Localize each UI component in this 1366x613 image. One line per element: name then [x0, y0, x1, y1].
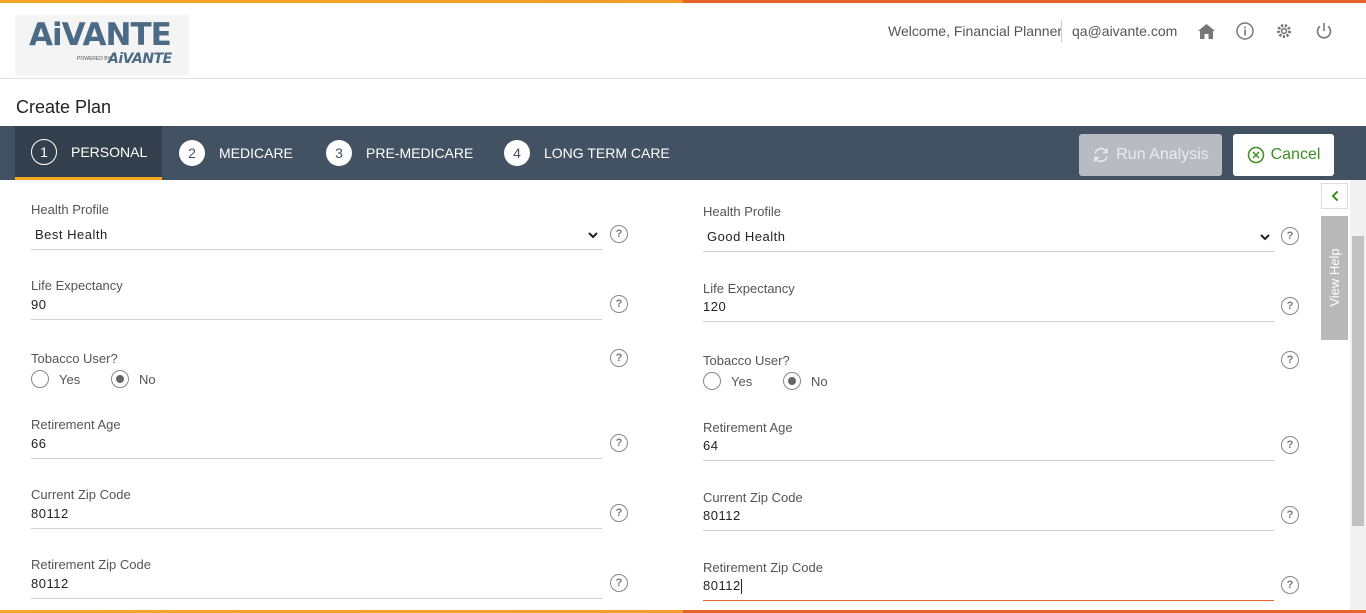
right-life-expectancy-input[interactable]: 120	[703, 299, 726, 314]
right-current-zip-label: Current Zip Code	[703, 490, 803, 505]
left-tobacco-yes-label: Yes	[59, 372, 81, 387]
right-health-profile-label: Health Profile	[703, 204, 782, 219]
run-analysis-label: Run Analysis	[1116, 146, 1209, 163]
tab-pre-medicare[interactable]: 3 PRE-MEDICARE	[326, 126, 473, 180]
help-question-icon[interactable]: ?	[1281, 297, 1299, 315]
right-life-expectancy-label: Life Expectancy	[703, 281, 795, 296]
right-tobacco-no-label: No	[811, 374, 828, 389]
left-tobacco-no-radio[interactable]	[111, 370, 129, 388]
cancel-label: Cancel	[1270, 146, 1321, 163]
logo-powered-by: POWERED BY	[77, 56, 111, 62]
right-tobacco-label: Tobacco User?	[703, 353, 790, 368]
chevron-down-icon[interactable]	[587, 229, 599, 241]
left-retirement-age-input[interactable]: 66	[31, 436, 46, 451]
left-life-expectancy-input[interactable]: 90	[31, 297, 46, 312]
right-retirement-age-label: Retirement Age	[703, 420, 793, 435]
right-health-profile-select[interactable]: Good Health	[707, 229, 786, 244]
right-current-zip-input[interactable]: 80112	[703, 508, 741, 523]
right-health-profile-underline	[703, 251, 1274, 252]
right-life-expectancy-underline	[703, 321, 1274, 322]
left-health-profile-underline	[31, 249, 602, 250]
user-email: qa@aivante.com	[1072, 23, 1178, 39]
aivante-logo[interactable]: AiVANTE POWERED BY AiVANTE	[15, 15, 189, 75]
left-retirement-zip-underline	[31, 598, 602, 599]
right-retirement-age-underline	[703, 460, 1274, 461]
help-question-icon[interactable]: ?	[1281, 351, 1299, 369]
chevron-left-icon	[1331, 190, 1338, 202]
view-help-label: View Help	[1327, 248, 1342, 307]
left-retirement-zip-label: Retirement Zip Code	[31, 557, 151, 572]
gear-icon[interactable]	[1274, 21, 1294, 41]
left-health-profile-label: Health Profile	[31, 202, 110, 217]
right-retirement-zip-label: Retirement Zip Code	[703, 560, 823, 575]
left-life-expectancy-underline	[31, 319, 602, 320]
info-icon[interactable]	[1235, 21, 1255, 41]
left-life-expectancy-label: Life Expectancy	[31, 278, 123, 293]
help-question-icon[interactable]: ?	[610, 295, 628, 313]
left-current-zip-label: Current Zip Code	[31, 487, 131, 502]
help-question-icon[interactable]: ?	[610, 434, 628, 452]
help-question-icon[interactable]: ?	[610, 225, 628, 243]
app-header: AiVANTE POWERED BY AiVANTE Welcome, Fina…	[0, 3, 1366, 79]
left-tobacco-yes-radio[interactable]	[31, 370, 49, 388]
left-current-zip-underline	[31, 528, 602, 529]
help-panel-toggle[interactable]	[1321, 183, 1348, 209]
chevron-down-icon[interactable]	[1259, 231, 1271, 243]
cancel-button[interactable]: Cancel	[1233, 134, 1334, 176]
left-retirement-age-label: Retirement Age	[31, 417, 121, 432]
refresh-icon	[1094, 147, 1109, 163]
help-question-icon[interactable]: ?	[1281, 506, 1299, 524]
right-retirement-zip-input[interactable]: 80112	[703, 578, 741, 593]
tab-long-term-care[interactable]: 4 LONG TERM CARE	[504, 126, 670, 180]
step-number: 2	[179, 140, 205, 166]
scrollbar-thumb[interactable]	[1352, 236, 1364, 526]
step-number: 4	[504, 140, 530, 166]
left-tobacco-no-label: No	[139, 372, 156, 387]
run-analysis-button[interactable]: Run Analysis	[1079, 134, 1222, 176]
right-current-zip-underline	[703, 530, 1274, 531]
header-divider	[1061, 20, 1062, 42]
step-number: 3	[326, 140, 352, 166]
step-label: MEDICARE	[219, 145, 293, 161]
logo-sub-wordmark: AiVANTE	[108, 51, 172, 67]
left-retirement-zip-input[interactable]: 80112	[31, 576, 69, 591]
step-label: PERSONAL	[71, 143, 148, 160]
right-tobacco-yes-radio[interactable]	[703, 372, 721, 390]
help-question-icon[interactable]: ?	[610, 349, 628, 367]
page-title: Create Plan	[16, 97, 112, 117]
welcome-text: Welcome, Financial Planner	[888, 23, 1063, 39]
view-help-tab[interactable]: View Help	[1321, 216, 1348, 340]
left-health-profile-select[interactable]: Best Health	[35, 227, 108, 242]
right-tobacco-no-radio[interactable]	[783, 372, 801, 390]
left-current-zip-input[interactable]: 80112	[31, 506, 69, 521]
help-question-icon[interactable]: ?	[610, 504, 628, 522]
right-retirement-age-input[interactable]: 64	[703, 438, 718, 453]
close-circle-icon	[1247, 146, 1264, 164]
power-icon[interactable]	[1314, 21, 1334, 41]
left-tobacco-label: Tobacco User?	[31, 351, 118, 366]
right-retirement-zip-underline	[703, 600, 1274, 601]
home-icon[interactable]	[1196, 21, 1216, 41]
help-question-icon[interactable]: ?	[1281, 576, 1299, 594]
step-label: LONG TERM CARE	[544, 145, 670, 161]
right-tobacco-yes-label: Yes	[731, 374, 753, 389]
step-label: PRE-MEDICARE	[366, 145, 474, 161]
tab-medicare[interactable]: 2 MEDICARE	[179, 126, 293, 180]
help-question-icon[interactable]: ?	[1281, 436, 1299, 454]
help-question-icon[interactable]: ?	[1281, 227, 1299, 245]
left-retirement-age-underline	[31, 458, 602, 459]
logo-wordmark: AiVANTE	[29, 17, 172, 53]
step-number: 1	[31, 138, 57, 165]
help-question-icon[interactable]: ?	[610, 574, 628, 592]
text-cursor	[741, 579, 742, 594]
tab-personal[interactable]: 1 PERSONAL	[15, 126, 162, 180]
